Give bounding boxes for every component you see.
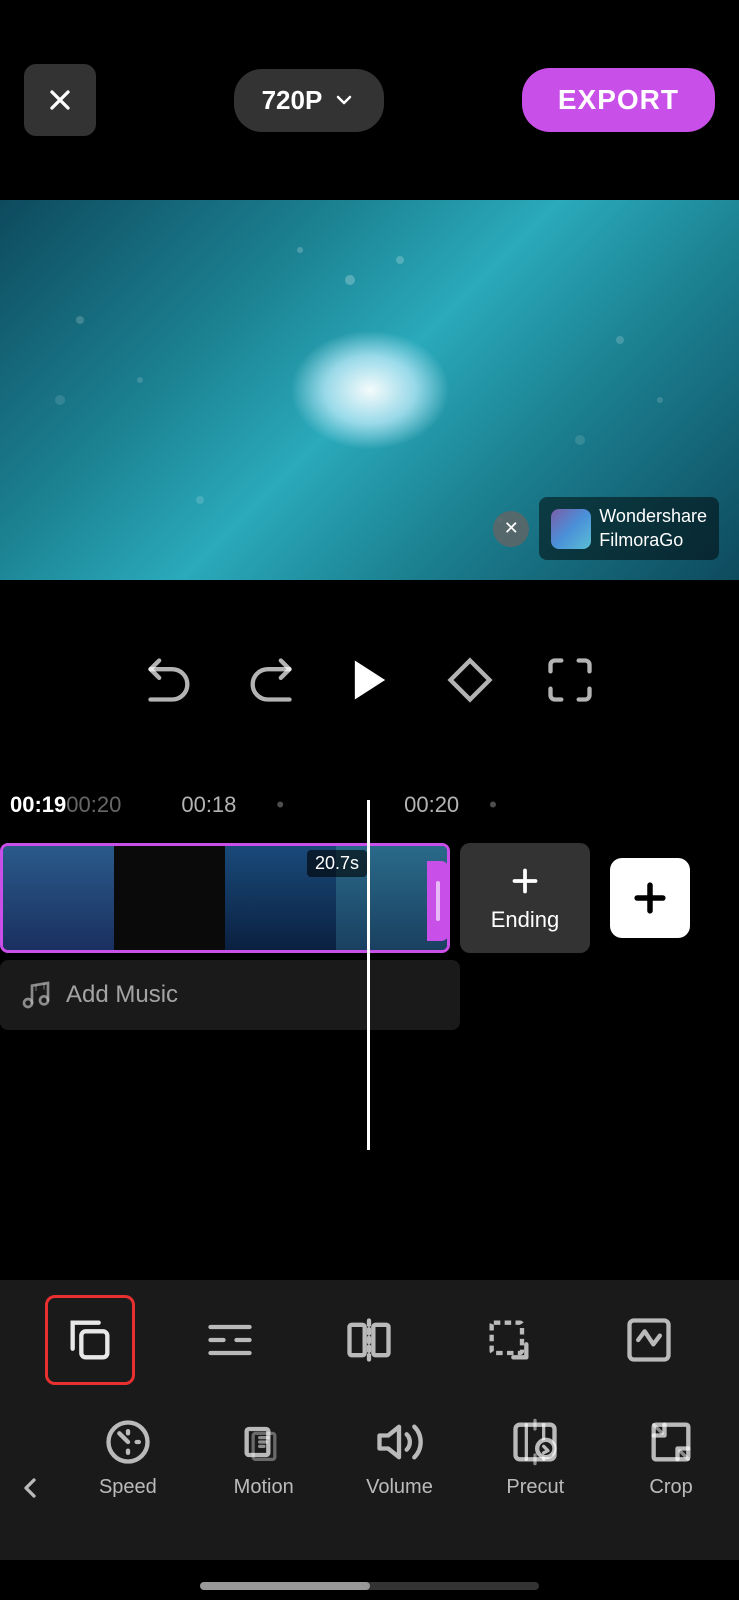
clip-segment-1 [3,846,114,950]
scrollbar-thumb[interactable] [200,1582,370,1590]
quality-label: 720P [262,85,323,116]
nav-item-motion[interactable]: Motion [214,1416,314,1499]
keyframe-graph-tool-button[interactable] [604,1295,694,1385]
motion-label: Motion [234,1476,294,1499]
fullscreen-button[interactable] [520,640,620,720]
top-bar: 720P EXPORT [0,0,739,200]
add-music-bar[interactable]: Add Music [0,960,460,1030]
current-time: 00:1900:20 [10,792,121,818]
split-tool-button[interactable] [324,1295,414,1385]
add-icon [628,876,672,920]
copy-tool-button[interactable] [45,1295,135,1385]
clip-duration: 20.7s [307,850,367,877]
copy-icon [64,1314,116,1366]
watermark-logo: WondershareFilmoraGo [539,497,719,560]
diamond-icon [444,654,496,706]
filmora-icon [551,509,591,549]
nav-back-button[interactable] [0,1416,60,1560]
ending-button[interactable]: Ending [460,843,590,953]
clip-toolbar [0,1280,739,1400]
speed-icon [102,1416,154,1468]
ending-plus-icon [507,863,543,899]
music-icon [20,979,52,1011]
playhead [367,800,370,1150]
add-clip-button[interactable] [610,858,690,938]
speed-label: Speed [99,1476,157,1499]
keyframe-button[interactable] [420,640,520,720]
watermark-text: WondershareFilmoraGo [599,505,707,552]
nav-item-precut[interactable]: Precut [485,1416,585,1499]
precut-icon [509,1416,561,1468]
motion-icon [238,1416,290,1468]
redo-button[interactable] [220,640,320,720]
volume-icon [373,1416,425,1468]
chevron-left-icon [14,1472,46,1504]
redo-icon [244,654,296,706]
playback-controls [0,580,739,780]
fullscreen-icon [544,654,596,706]
video-preview: ✕ WondershareFilmoraGo [0,200,739,580]
close-icon [44,84,76,116]
nav-items-list: Speed Motion Volume [60,1416,739,1499]
nav-item-crop[interactable]: Crop [621,1416,721,1499]
split-icon [343,1314,395,1366]
watermark: ✕ WondershareFilmoraGo [493,497,719,560]
nav-item-volume[interactable]: Volume [349,1416,449,1499]
crop-icon [645,1416,697,1468]
play-icon [344,654,396,706]
ending-label: Ending [491,907,560,933]
video-clip[interactable]: 20.7s [0,843,450,953]
play-button[interactable] [320,640,420,720]
trim-tool-button[interactable] [185,1295,275,1385]
timeline-marker-1: 00:18 [181,792,236,818]
chevron-down-icon [332,88,356,112]
clip-right-handle[interactable] [427,861,449,941]
trim-icon [204,1314,256,1366]
close-button[interactable] [24,64,96,136]
scrollbar[interactable] [200,1582,539,1590]
nav-item-speed[interactable]: Speed [78,1416,178,1499]
export-button[interactable]: EXPORT [522,68,715,132]
bottom-navigation: Speed Motion Volume [0,1400,739,1560]
keyframe-graph-icon [623,1314,675,1366]
undo-icon [144,654,196,706]
video-frame: ✕ WondershareFilmoraGo [0,200,739,580]
crop-corner-tool-button[interactable] [464,1295,554,1385]
add-music-label: Add Music [66,981,178,1009]
quality-selector[interactable]: 720P [234,69,385,132]
crop-corner-icon [483,1314,535,1366]
clip-segment-2 [114,846,225,950]
watermark-close[interactable]: ✕ [493,511,529,547]
undo-button[interactable] [120,640,220,720]
precut-label: Precut [506,1476,564,1499]
timeline-track: 20.7s Ending [0,840,690,955]
timeline-marker-2: 00:20 [404,792,459,818]
volume-label: Volume [366,1476,433,1499]
crop-label: Crop [649,1476,692,1499]
